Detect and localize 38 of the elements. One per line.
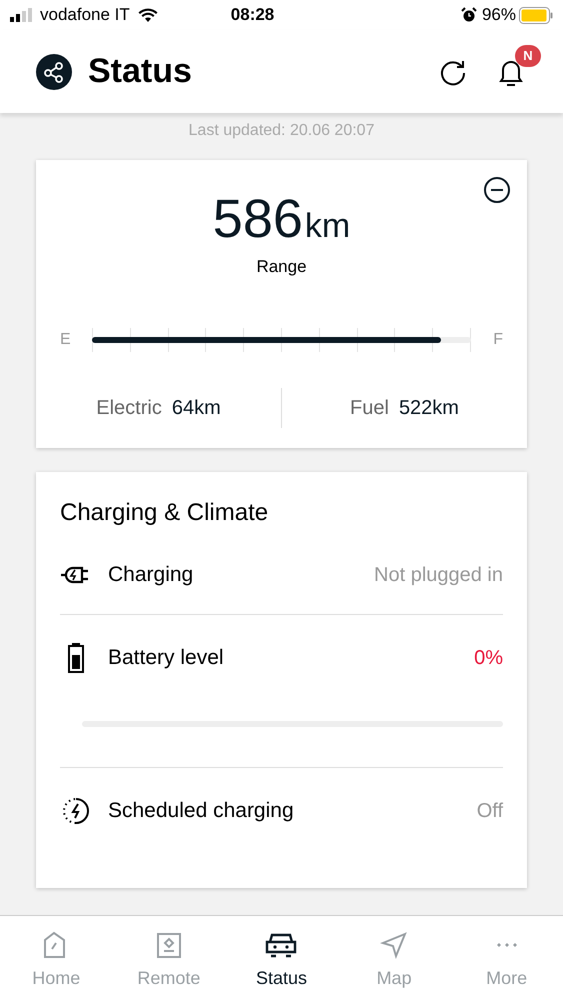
row-label: Battery level: [108, 645, 224, 672]
full-label: F: [492, 330, 503, 350]
page-title: Status: [88, 51, 192, 92]
carrier-name: vodafone IT: [40, 4, 130, 26]
notification-badge: N: [515, 44, 541, 66]
battery-percent: 96%: [482, 4, 516, 26]
row-value: Off: [476, 799, 503, 824]
wifi-icon: [138, 8, 158, 22]
battery-icon: [519, 6, 553, 24]
card-title: Charging & Climate: [60, 498, 270, 528]
row-label: Scheduled charging: [108, 798, 294, 824]
range-type-value: 64km: [172, 396, 221, 420]
clock-time: 08:28: [230, 4, 274, 26]
nav-tab[interactable]: Home: [0, 916, 113, 1000]
more-icon: [496, 942, 518, 948]
nav-tab[interactable]: Status: [225, 916, 338, 1000]
range-type-label: Electric: [96, 396, 162, 420]
navigation-icon: [380, 931, 408, 959]
range-label: Range: [256, 256, 307, 278]
signal-icon: [10, 8, 34, 22]
nav-tab[interactable]: Map: [338, 916, 450, 1000]
share-icon[interactable]: [36, 54, 72, 90]
range-type-value: 522km: [398, 396, 459, 420]
range-type-label: Fuel: [350, 396, 389, 420]
range-unit: km: [304, 206, 350, 247]
last-updated: Last updated: 20.06 20:07: [188, 121, 376, 141]
empty-label: E: [60, 330, 72, 350]
scheduled-charge-icon: [60, 795, 92, 827]
row-label: Charging: [108, 562, 194, 588]
alarm-icon: [460, 7, 477, 23]
nav-tab[interactable]: Remote: [112, 916, 226, 1000]
remote-icon: [154, 931, 183, 959]
minus-circle-icon[interactable]: [483, 176, 511, 204]
range-value: 586: [212, 188, 303, 250]
nav-tab[interactable]: More: [450, 916, 563, 1000]
car-icon: [265, 931, 298, 959]
row-value: Not plugged in: [374, 563, 503, 588]
row-value: 0%: [474, 646, 503, 671]
